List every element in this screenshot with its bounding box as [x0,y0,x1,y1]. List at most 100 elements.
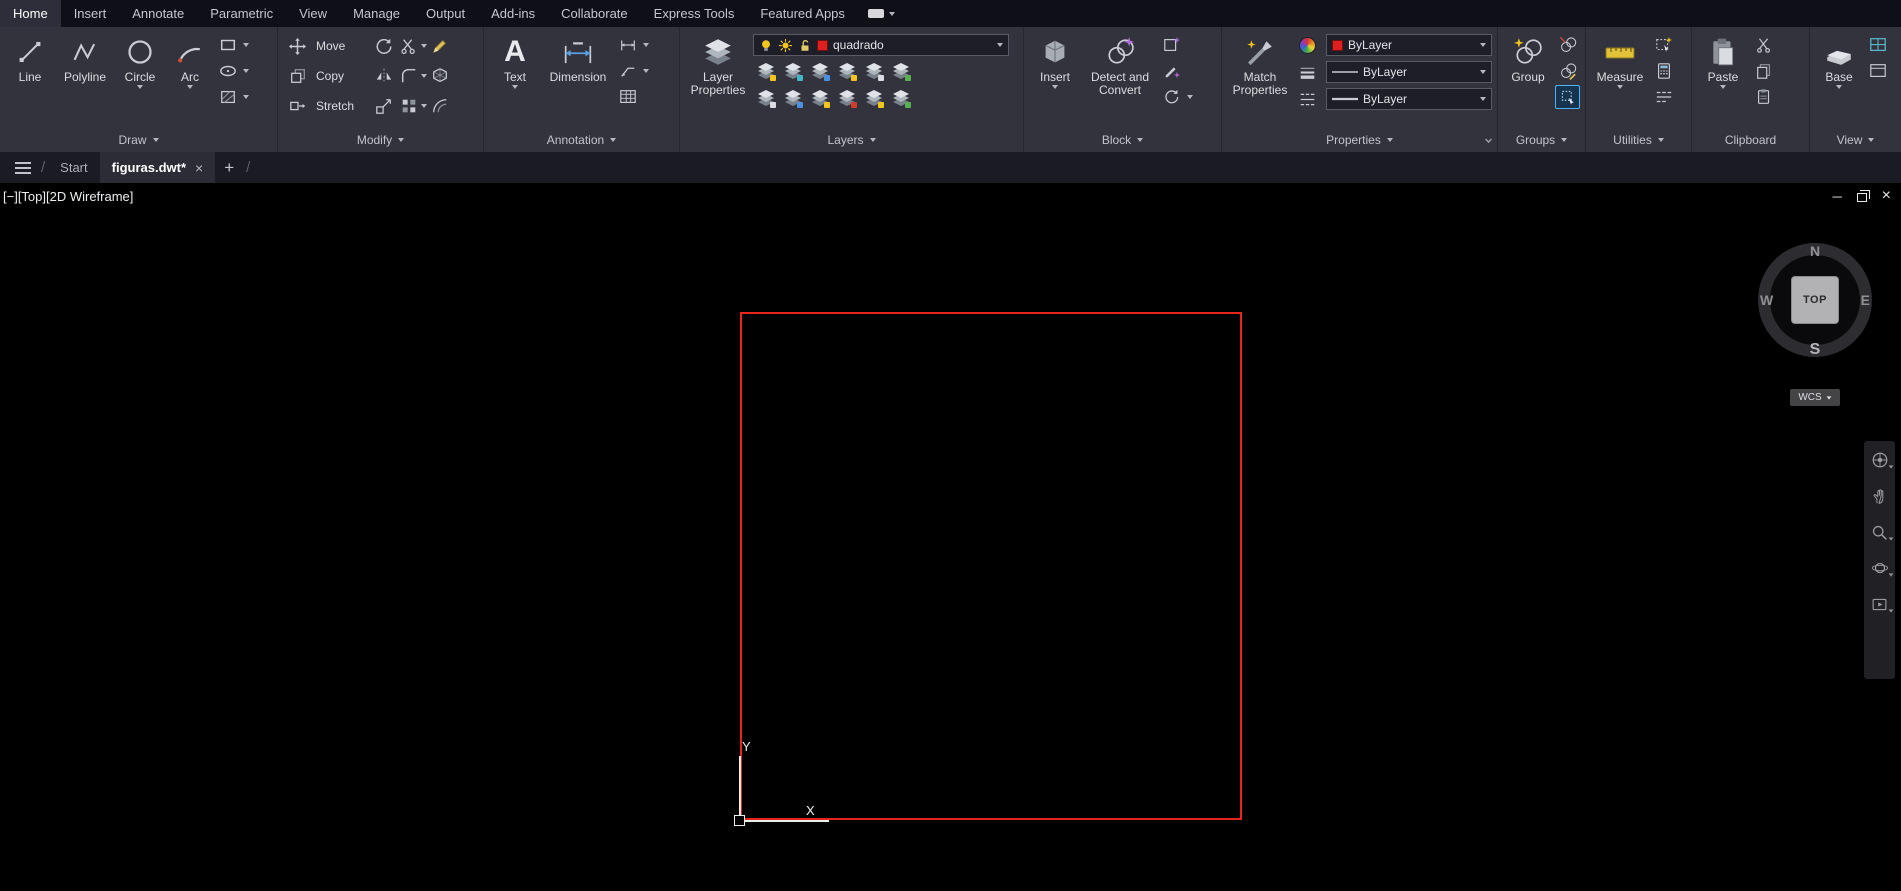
block-edit-button[interactable] [1159,33,1184,57]
minimize-viewport-icon[interactable]: ─ [1832,189,1841,204]
layer-unlock-button[interactable] [861,59,886,83]
wcs-dropdown[interactable]: WCS [1790,389,1840,406]
groups-panel-label[interactable]: Groups [1498,128,1585,152]
offset-button[interactable] [427,94,452,118]
viewcube-south[interactable]: S [1810,341,1821,359]
cut-button[interactable] [1751,33,1776,57]
named-views-button[interactable] [1865,59,1890,83]
show-motion-button[interactable] [1869,593,1893,615]
dimension-button[interactable]: Dimension [543,31,613,128]
zoom-button[interactable] [1869,521,1893,543]
erase-button[interactable] [427,34,452,58]
file-tab-menu-button[interactable] [8,152,38,183]
viewcube-west[interactable]: W [1760,292,1773,308]
viewcube-east[interactable]: E [1861,292,1870,308]
paste-button[interactable]: Paste [1697,31,1749,128]
polyline-button[interactable]: Polyline [57,31,113,128]
annotation-panel-label[interactable]: Annotation [484,128,679,152]
layer-freeze-icon[interactable] [778,38,793,53]
stretch-button[interactable]: Stretch [283,94,371,118]
layer-properties-button[interactable]: Layer Properties [685,31,751,128]
ellipse-button[interactable] [215,59,240,83]
quick-select-button[interactable] [1651,33,1676,57]
ribbon-tab-insert[interactable]: Insert [61,0,120,27]
scale-button[interactable] [371,94,396,118]
clipboard-panel-label[interactable]: Clipboard [1692,128,1809,152]
linetype-dropdown[interactable]: ByLayer [1326,61,1492,83]
explode-button[interactable] [427,64,452,88]
viewcube-north[interactable]: N [1810,243,1820,259]
match-properties-button[interactable]: Match Properties [1227,31,1293,128]
line-button[interactable]: Line [5,31,55,128]
ungroup-button[interactable] [1555,33,1580,57]
text-button[interactable]: A Text [489,31,541,128]
ribbon-tab-parametric[interactable]: Parametric [197,0,286,27]
pan-button[interactable] [1869,485,1891,507]
layer-thaw-button[interactable] [834,86,859,110]
paste-special-button[interactable] [1751,85,1776,109]
copy-clip-button[interactable] [1751,59,1776,83]
full-navigation-wheel-button[interactable] [1869,449,1893,471]
move-button[interactable]: Move [283,34,371,58]
layer-on-icon[interactable] [759,38,773,53]
layer-isolate-button[interactable] [780,59,805,83]
new-tab-button[interactable]: + [215,152,243,183]
layer-lock-icon[interactable] [798,38,812,53]
view-panel-label[interactable]: View [1810,128,1901,152]
utilities-panel-label[interactable]: Utilities [1586,128,1691,152]
drawing-viewport[interactable]: [−][Top][2D Wireframe] ─ × Y X N S W E T… [0,183,1901,891]
group-edit-button[interactable] [1555,59,1580,83]
restore-viewport-icon[interactable] [1856,189,1870,202]
viewport-controls[interactable]: [−][Top][2D Wireframe] [3,189,133,204]
properties-panel-label[interactable]: Properties [1222,128,1497,152]
file-tab-start[interactable]: Start [48,152,99,183]
group-button[interactable]: Group [1503,31,1553,128]
ribbon-display-toggle[interactable] [858,0,905,27]
layer-make-current-button[interactable] [753,86,778,110]
layer-walk-button[interactable] [888,86,913,110]
drawn-square[interactable] [740,312,1242,820]
lineweight-button[interactable] [1295,60,1320,84]
group-selection-toggle[interactable] [1555,85,1580,109]
layers-panel-label[interactable]: Layers [680,128,1023,152]
close-viewport-icon[interactable]: × [1882,187,1891,205]
arc-button[interactable]: Arc [167,31,213,128]
layer-dropdown[interactable]: quadrado [753,34,1009,56]
layer-on-all-button[interactable] [807,86,832,110]
detect-convert-button[interactable]: Detect and Convert [1083,31,1157,128]
ribbon-tab-addins[interactable]: Add-ins [478,0,548,27]
base-button[interactable]: Base [1815,31,1863,128]
rotate-button[interactable] [371,34,396,58]
ribbon-tab-featured-apps[interactable]: Featured Apps [747,0,858,27]
viewcube[interactable]: N S W E TOP [1758,243,1872,359]
quick-calculator-button[interactable] [1651,59,1676,83]
draw-panel-label[interactable]: Draw [0,128,277,152]
object-color-dropdown[interactable]: ByLayer [1326,34,1492,56]
block-sync-button[interactable] [1159,85,1184,109]
layer-lock-fade-button[interactable] [861,86,886,110]
lineweight-dropdown[interactable]: ByLayer [1326,88,1492,110]
trim-button[interactable] [396,34,421,58]
object-color-button[interactable] [1295,33,1320,57]
orbit-button[interactable] [1869,557,1893,579]
insert-block-button[interactable]: Insert [1029,31,1081,128]
table-button[interactable] [615,85,640,109]
circle-button[interactable]: Circle [115,31,165,128]
layer-lock-button[interactable] [834,59,859,83]
layer-previous-button[interactable] [780,86,805,110]
ribbon-tab-express-tools[interactable]: Express Tools [641,0,748,27]
viewport-config-button[interactable] [1865,33,1890,57]
modify-panel-label[interactable]: Modify [278,128,483,152]
ribbon-tab-annotate[interactable]: Annotate [119,0,197,27]
viewcube-top-face[interactable]: TOP [1792,277,1838,323]
layer-off-button[interactable] [753,59,778,83]
fillet-button[interactable] [396,64,421,88]
mirror-button[interactable] [371,64,396,88]
rectangle-button[interactable] [215,33,240,57]
measure-button[interactable]: Measure [1591,31,1649,128]
copy-button[interactable]: Copy [283,64,371,88]
block-define-attributes-button[interactable] [1159,59,1184,83]
hatch-button[interactable] [215,85,240,109]
plot-style-button[interactable] [1295,87,1320,111]
layer-freeze-button[interactable] [807,59,832,83]
